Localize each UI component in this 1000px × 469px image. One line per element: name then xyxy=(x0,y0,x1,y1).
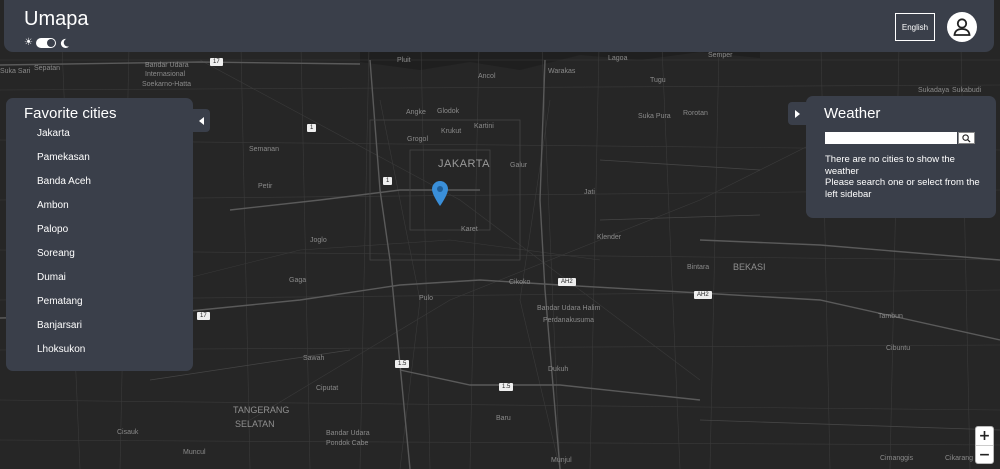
map-label: Galur xyxy=(510,162,528,169)
city-list: Jakarta Pamekasan Banda Aceh Ambon Palop… xyxy=(37,128,91,368)
map-label: Internasional xyxy=(145,71,186,78)
empty-state-line: There are no cities to show the weather xyxy=(825,154,955,177)
map-label: Grogol xyxy=(407,136,429,143)
favorite-cities-panel: Favorite cities Jakarta Pamekasan Banda … xyxy=(6,98,193,371)
map-label: Cikarang xyxy=(945,455,974,462)
zoom-in-button[interactable]: + xyxy=(976,427,993,446)
city-item[interactable]: Dumai xyxy=(37,272,91,296)
zoom-control: + − xyxy=(975,426,994,464)
map-label-city: BEKASI xyxy=(733,262,766,272)
map-label: Suka Pura xyxy=(638,113,671,120)
road-shield: 1 xyxy=(307,124,317,132)
map-label: Pulo xyxy=(419,295,434,302)
empty-state-message: There are no cities to show the weather … xyxy=(825,154,985,200)
road-shield: 1.5 xyxy=(395,360,410,368)
city-item[interactable]: Pematang xyxy=(37,296,91,320)
map-label: Sepatan xyxy=(34,65,61,72)
map-label: Soekarno-Hatta xyxy=(142,81,192,88)
map-label: Semanan xyxy=(249,146,279,153)
map-label-city: TANGERANG xyxy=(233,405,290,415)
map-label: Gaga xyxy=(289,277,307,284)
collapse-right-sidebar-button[interactable] xyxy=(788,102,808,125)
weather-title: Weather xyxy=(824,105,881,122)
user-icon[interactable] xyxy=(947,12,977,42)
chevron-right-icon xyxy=(795,109,800,118)
map-label: Sukabudi xyxy=(952,87,982,94)
map-label: Munjul xyxy=(551,457,572,464)
map-label: Baru xyxy=(496,415,511,422)
map-label: Rorotan xyxy=(683,110,708,117)
chevron-left-icon xyxy=(198,116,204,125)
map-label: Petir xyxy=(258,183,273,190)
map-label: Jati xyxy=(584,189,595,196)
app-title: Umapa xyxy=(24,8,89,30)
map-label: Sukadaya xyxy=(918,87,950,94)
map-label: Suka Sari xyxy=(0,68,31,75)
map-label: Joglo xyxy=(310,237,327,244)
city-item[interactable]: Soreang xyxy=(37,248,91,272)
map-label: Bintara xyxy=(687,264,710,271)
map-label: Tambun xyxy=(878,313,903,320)
language-button[interactable]: English xyxy=(895,13,935,41)
city-item[interactable]: Lhoksukon xyxy=(37,344,91,368)
theme-switch[interactable] xyxy=(35,38,56,48)
location-pin-icon[interactable] xyxy=(432,181,448,206)
map-label: Kartini xyxy=(474,123,494,130)
map-label: Cisauk xyxy=(117,429,139,436)
road-shield: 1.5 xyxy=(499,383,514,391)
collapse-left-sidebar-button[interactable] xyxy=(193,109,210,132)
road-shield: AH2 xyxy=(694,291,712,299)
city-item[interactable]: Banjarsari xyxy=(37,320,91,344)
moon-icon xyxy=(60,38,70,48)
map-label: Perdanakusuma xyxy=(543,317,594,324)
road-shield: AH2 xyxy=(558,278,576,286)
map-label: Ciputat xyxy=(316,385,339,392)
map-label: Bandar Udara xyxy=(145,62,189,69)
map-label: Sawah xyxy=(303,355,325,362)
map-label: Tugu xyxy=(650,77,666,84)
toggle-knob xyxy=(46,39,55,47)
map-label: Karet xyxy=(461,226,478,233)
map-label: Dukuh xyxy=(548,366,569,373)
favorite-cities-title: Favorite cities xyxy=(24,105,117,122)
map-label: Lagoa xyxy=(608,55,628,62)
map-label: Cimanggis xyxy=(880,455,914,462)
search-button[interactable] xyxy=(958,132,975,144)
road-shield: 1 xyxy=(383,177,393,185)
map-label: Bandar Udara Halim xyxy=(537,305,601,312)
search-icon xyxy=(962,133,971,143)
city-item[interactable]: Ambon xyxy=(37,200,91,224)
map-label: Ancol xyxy=(478,73,496,80)
road-shield: 17 xyxy=(210,58,223,66)
road-shield: 17 xyxy=(197,312,210,320)
map-label: Glodok xyxy=(437,108,460,115)
map-label: Bandar Udara xyxy=(326,430,370,437)
empty-state-line: Please search one or select from the lef… xyxy=(825,177,980,200)
map-label-city: JAKARTA xyxy=(438,158,490,170)
map-label: Warakas xyxy=(548,68,576,75)
city-item[interactable]: Palopo xyxy=(37,224,91,248)
city-search-input[interactable] xyxy=(825,132,957,144)
map-label: Cibuntu xyxy=(886,345,911,352)
map-label: Semper xyxy=(708,52,733,59)
map-label-city: SELATAN xyxy=(235,419,275,429)
zoom-out-button[interactable]: − xyxy=(976,446,993,464)
map-label: Muncul xyxy=(183,449,206,456)
map-label: Krukut xyxy=(441,128,462,135)
map-label: Pondok Cabe xyxy=(326,440,369,447)
theme-toggle[interactable]: ☀ xyxy=(24,37,70,49)
weather-panel: Weather There are no cities to show the … xyxy=(806,96,996,218)
city-item[interactable]: Jakarta xyxy=(37,128,91,152)
city-item[interactable]: Banda Aceh xyxy=(37,176,91,200)
sun-icon: ☀ xyxy=(24,37,33,48)
map-label: Cikoko xyxy=(509,279,531,286)
app-header: Umapa ☀ English xyxy=(4,0,994,52)
map-label: Pluit xyxy=(397,57,411,64)
map-label: Angke xyxy=(406,109,426,116)
map-label: Klender xyxy=(597,234,622,241)
city-item[interactable]: Pamekasan xyxy=(37,152,91,176)
